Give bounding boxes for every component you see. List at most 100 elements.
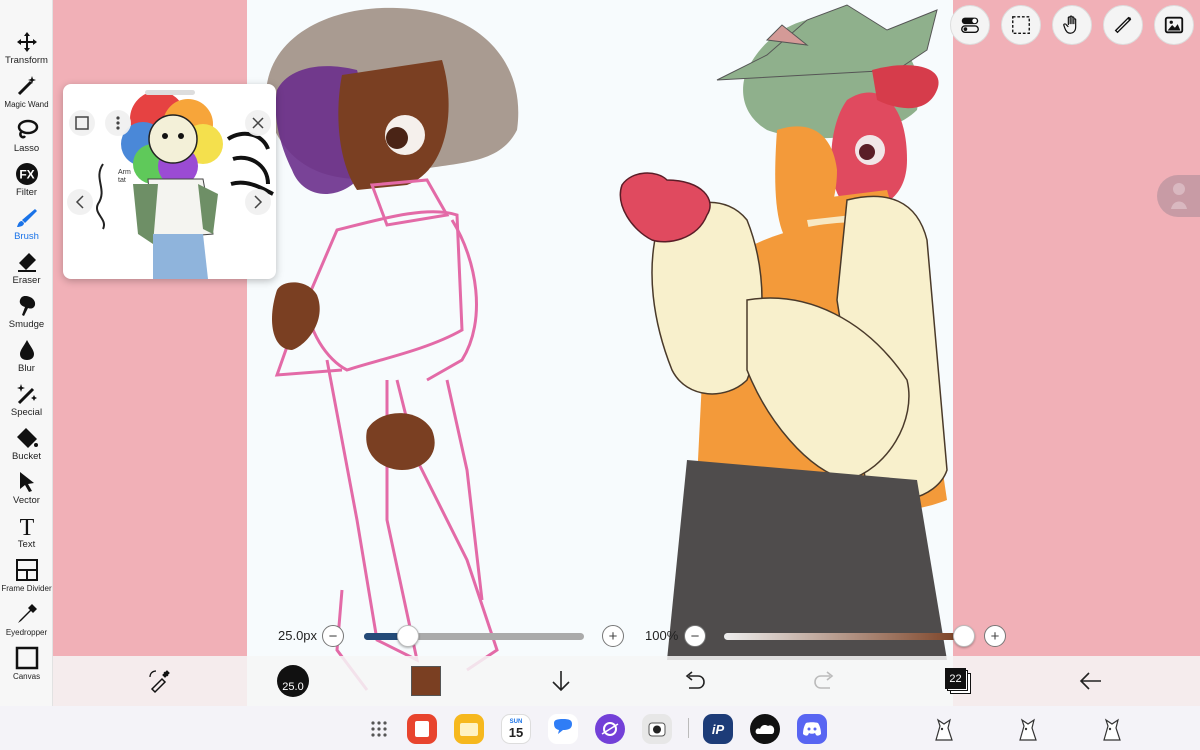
notes-app-icon[interactable] xyxy=(407,714,437,744)
opacity-increase-button[interactable]: + xyxy=(984,625,1006,647)
tool-blur[interactable]: Blur xyxy=(0,336,53,380)
opacity-knob[interactable] xyxy=(953,625,975,647)
discord-app-icon[interactable] xyxy=(797,714,827,744)
reference-drag-handle[interactable] xyxy=(145,90,195,95)
bottom-toolbar: 25.0 22 xyxy=(53,656,1200,706)
recent-app-1[interactable] xyxy=(930,716,956,742)
avatar xyxy=(1171,183,1187,209)
recent-app-icon xyxy=(1103,718,1121,741)
canvas-icon xyxy=(0,644,53,671)
brush-size-knob[interactable] xyxy=(397,625,419,647)
cloud-icon xyxy=(755,725,775,734)
files-app-icon[interactable] xyxy=(454,714,484,744)
frame-divider-icon xyxy=(0,556,53,583)
opacity-track[interactable] xyxy=(724,633,964,640)
tool-eyedropper[interactable]: Eyedropper xyxy=(0,600,53,644)
camera-app-icon[interactable] xyxy=(642,714,672,744)
reference-close-button[interactable] xyxy=(245,110,271,136)
messages-app-icon[interactable] xyxy=(548,714,578,744)
tool-label: Brush xyxy=(14,231,39,242)
tool-smudge[interactable]: Smudge xyxy=(0,292,53,336)
tool-eraser[interactable]: Eraser xyxy=(0,248,53,292)
brush-size-label: 25.0px xyxy=(278,628,318,643)
reference-next-button[interactable] xyxy=(245,189,271,215)
vector-icon xyxy=(0,468,53,495)
reference-image: Arm tat xyxy=(95,91,274,279)
drawing-canvas[interactable] xyxy=(247,0,953,706)
recent-app-2[interactable] xyxy=(1014,716,1040,742)
chevron-left-icon xyxy=(75,195,84,209)
tool-label: Text xyxy=(17,539,36,550)
calendar-app-icon[interactable]: SUN 15 xyxy=(501,714,531,744)
reference-window[interactable]: Arm tat xyxy=(63,84,276,279)
tool-label: Transform xyxy=(5,55,48,66)
current-color-swatch xyxy=(411,666,441,696)
discord-icon xyxy=(803,722,821,736)
browser-app-icon[interactable] xyxy=(595,714,625,744)
soundcloud-app-icon[interactable] xyxy=(750,714,780,744)
bucket-icon xyxy=(0,424,53,451)
tool-label: Eyedropper xyxy=(5,628,48,637)
hand-icon xyxy=(1063,15,1077,34)
undo-button[interactable] xyxy=(677,656,711,706)
magic-wand-icon xyxy=(0,72,53,99)
toggle-icon xyxy=(961,17,979,34)
color-button[interactable] xyxy=(409,656,443,706)
brush-settings-button[interactable]: 25.0 xyxy=(276,656,310,706)
layers-button[interactable]: 22 xyxy=(941,656,975,706)
tool-canvas[interactable]: Canvas xyxy=(0,644,53,688)
layers-count: 22 xyxy=(945,668,966,689)
calendar-date: 15 xyxy=(508,724,524,740)
opacity-decrease-button[interactable]: − xyxy=(684,625,706,647)
planet-icon xyxy=(601,722,619,736)
text-icon: T xyxy=(0,512,53,541)
more-vertical-icon xyxy=(116,116,120,130)
recent-app-3[interactable] xyxy=(1098,716,1124,742)
text-tool-glyph: T xyxy=(19,515,34,538)
recent-app-icon xyxy=(935,718,953,741)
toggle-button[interactable] xyxy=(950,5,990,45)
tool-label: Canvas xyxy=(12,672,41,681)
import-button[interactable] xyxy=(544,656,578,706)
tool-vector[interactable]: Vector xyxy=(0,468,53,512)
tool-bucket[interactable]: Bucket xyxy=(0,424,53,468)
tool-label: Lasso xyxy=(13,143,40,154)
tool-brush[interactable]: Brush xyxy=(0,204,53,248)
brush-size-decrease-button[interactable]: − xyxy=(322,625,344,647)
tool-transform[interactable]: Transform xyxy=(0,28,53,72)
swap-mode-button[interactable] xyxy=(143,656,177,706)
redo-button[interactable] xyxy=(808,656,842,706)
ruler-button[interactable] xyxy=(1103,5,1143,45)
brush-size-badge: 25.0 xyxy=(277,665,309,697)
filter-icon: FX xyxy=(0,160,53,187)
tool-text[interactable]: T Text xyxy=(0,512,53,556)
reference-frame-button[interactable] xyxy=(69,110,95,136)
taskbar-divider xyxy=(688,718,689,738)
blur-icon xyxy=(0,336,53,363)
ibis-paint-app-icon[interactable]: iP xyxy=(703,714,733,744)
arrow-down-icon xyxy=(552,671,570,692)
selection-button[interactable] xyxy=(1001,5,1041,45)
ruler-icon xyxy=(1114,16,1132,34)
undo-icon xyxy=(685,671,705,689)
eyedropper-icon xyxy=(0,600,53,627)
gallery-button[interactable] xyxy=(1154,5,1194,45)
tool-magic-wand[interactable]: Magic Wand xyxy=(0,72,53,116)
tool-lasso[interactable]: Lasso xyxy=(0,116,53,160)
app-drawer-button[interactable] xyxy=(368,718,390,740)
brush-size-increase-button[interactable]: + xyxy=(602,625,624,647)
close-icon xyxy=(252,117,264,129)
chevron-right-icon xyxy=(254,195,263,209)
reference-prev-button[interactable] xyxy=(67,189,93,215)
reference-menu-button[interactable] xyxy=(105,110,131,136)
tool-label: Blur xyxy=(18,363,35,374)
back-button[interactable] xyxy=(1074,656,1108,706)
swap-icon xyxy=(149,670,170,694)
tool-filter[interactable]: FX Filter xyxy=(0,160,53,204)
side-preview-thumb[interactable] xyxy=(1157,175,1200,217)
tool-frame-divider[interactable]: Frame Divider xyxy=(0,556,53,600)
tool-special[interactable]: Special xyxy=(0,380,53,424)
gesture-button[interactable] xyxy=(1052,5,1092,45)
tool-label: Frame Divider xyxy=(1,584,52,593)
lasso-icon xyxy=(0,116,53,143)
